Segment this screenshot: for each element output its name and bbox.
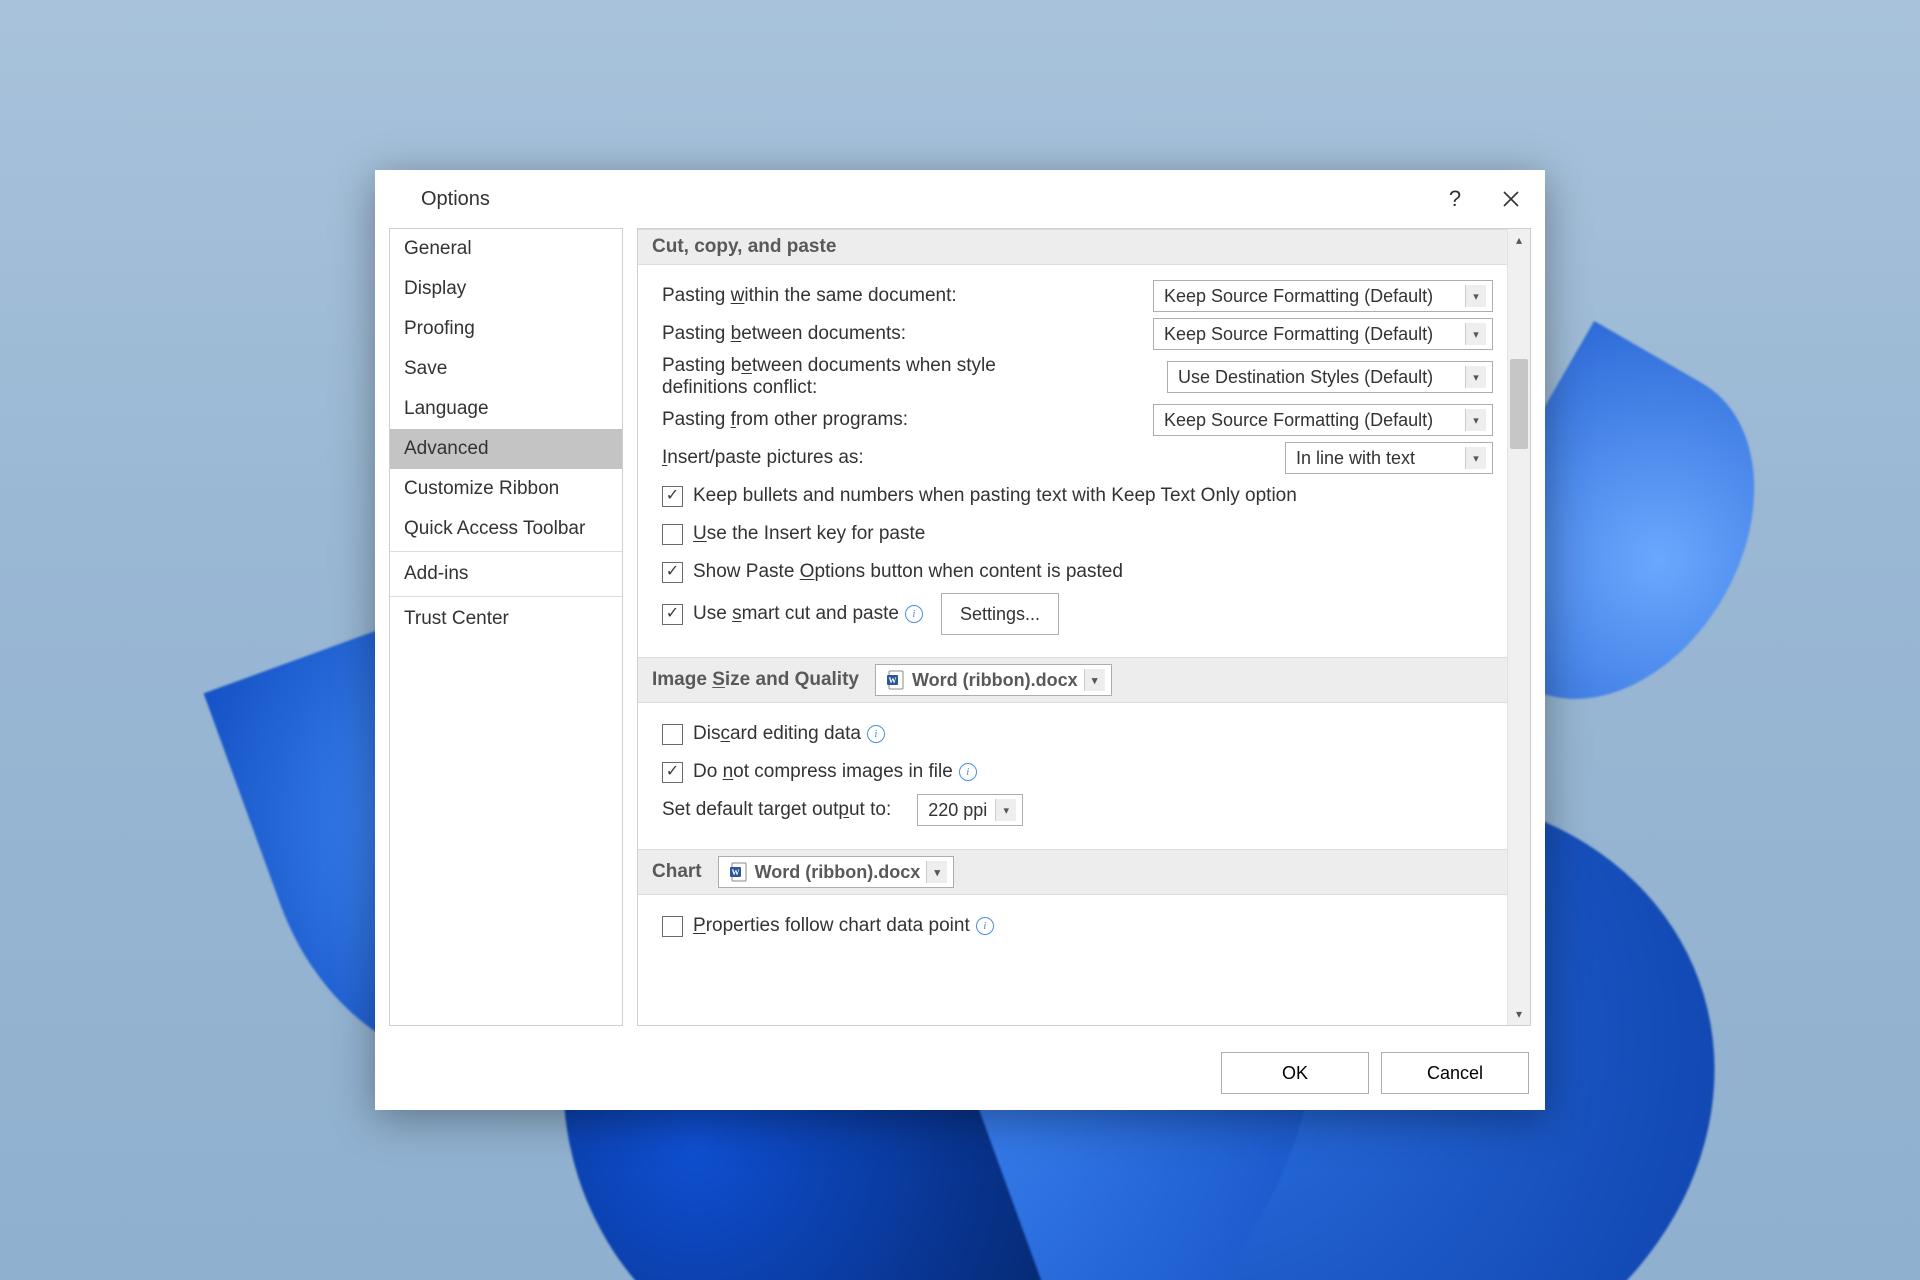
sidebar-item-language[interactable]: Language (390, 389, 622, 429)
label-paste-within: Pasting within the same document: (662, 285, 975, 307)
sidebar-item-display[interactable]: Display (390, 269, 622, 309)
sidebar-item-label: Trust Center (404, 608, 509, 629)
svg-text:W: W (888, 676, 896, 685)
checkbox-show-paste-options[interactable] (662, 562, 683, 583)
sidebar-item-save[interactable]: Save (390, 349, 622, 389)
content-panel: Cut, copy, and paste Pasting within the … (637, 228, 1531, 1026)
label-insert-pictures: Insert/paste pictures as: (662, 447, 882, 469)
sidebar-item-label: Proofing (404, 318, 475, 339)
info-icon[interactable] (867, 725, 885, 743)
dropdown-value: Keep Source Formatting (Default) (1164, 410, 1433, 431)
sidebar-item-label: General (404, 238, 472, 259)
label-paste-between-conflict: Pasting between documents when style def… (662, 355, 1040, 399)
dropdown-paste-other[interactable]: Keep Source Formatting (Default) ▾ (1153, 404, 1493, 436)
dropdown-value: Word (ribbon).docx (912, 670, 1078, 691)
section-header-chart: Chart W Word (ribbon).docx ▾ (638, 849, 1507, 895)
section-header-image-size: Image Size and Quality W Word (ribbon).d… (638, 657, 1507, 703)
section-title: Chart (652, 861, 702, 883)
options-dialog: Options ? General Display Proofing Save … (375, 170, 1545, 1110)
checkbox-keep-bullets[interactable] (662, 486, 683, 507)
checkbox-discard-editing[interactable] (662, 724, 683, 745)
sidebar-item-customize-ribbon[interactable]: Customize Ribbon (390, 469, 622, 509)
checkbox-label: Use smart cut and paste (693, 603, 899, 625)
section-title: Cut, copy, and paste (652, 236, 836, 258)
checkbox-label: Keep bullets and numbers when pasting te… (693, 485, 1297, 507)
checkbox-label: Show Paste Options button when content i… (693, 561, 1123, 583)
dialog-footer: OK Cancel (375, 1040, 1545, 1110)
sidebar-item-advanced[interactable]: Advanced (390, 429, 622, 469)
checkbox-label: Do not compress images in file (693, 761, 953, 783)
scroll-up-button[interactable]: ▴ (1508, 229, 1530, 251)
desktop-background: Options ? General Display Proofing Save … (0, 0, 1920, 1280)
close-button[interactable] (1495, 183, 1527, 215)
help-button[interactable]: ? (1439, 183, 1471, 215)
dropdown-value: Keep Source Formatting (Default) (1164, 286, 1433, 307)
sidebar-item-general[interactable]: General (390, 229, 622, 269)
category-sidebar: General Display Proofing Save Language A… (389, 228, 623, 1026)
checkbox-no-compress[interactable] (662, 762, 683, 783)
label-paste-other: Pasting from other programs: (662, 409, 926, 431)
chevron-down-icon: ▾ (1084, 669, 1105, 691)
dropdown-image-target-doc[interactable]: W Word (ribbon).docx ▾ (875, 664, 1112, 696)
sidebar-item-label: Quick Access Toolbar (404, 518, 585, 539)
settings-button[interactable]: Settings... (941, 593, 1059, 635)
window-title: Options (421, 188, 490, 211)
checkbox-smart-cut-paste[interactable] (662, 604, 683, 625)
sidebar-divider (390, 551, 622, 552)
ok-button[interactable]: OK (1221, 1052, 1369, 1094)
close-icon (1502, 190, 1520, 208)
label-default-target: Set default target output to: (662, 799, 909, 821)
label-paste-between: Pasting between documents: (662, 323, 924, 345)
word-document-icon: W (886, 670, 906, 690)
checkbox-props-follow[interactable] (662, 916, 683, 937)
sidebar-item-label: Advanced (404, 438, 489, 459)
dropdown-paste-between[interactable]: Keep Source Formatting (Default) ▾ (1153, 318, 1493, 350)
sidebar-item-label: Add-ins (404, 563, 468, 584)
chevron-down-icon: ▾ (1465, 447, 1486, 469)
scroll-thumb[interactable] (1510, 359, 1528, 449)
sidebar-item-label: Language (404, 398, 489, 419)
scrollbar[interactable]: ▴ ▾ (1507, 229, 1530, 1025)
sidebar-divider (390, 596, 622, 597)
chevron-down-icon: ▾ (1465, 285, 1486, 307)
sidebar-item-label: Customize Ribbon (404, 478, 559, 499)
sidebar-item-trust-center[interactable]: Trust Center (390, 599, 622, 639)
checkbox-label: Discard editing data (693, 723, 861, 745)
chevron-down-icon: ▾ (1465, 366, 1486, 388)
chevron-down-icon: ▾ (1465, 323, 1486, 345)
dropdown-value: Use Destination Styles (Default) (1178, 367, 1433, 388)
section-header-cut-copy-paste: Cut, copy, and paste (638, 229, 1507, 265)
checkbox-label: Use the Insert key for paste (693, 523, 925, 545)
dropdown-value: Keep Source Formatting (Default) (1164, 324, 1433, 345)
section-title: Image Size and Quality (652, 669, 859, 691)
dropdown-value: 220 ppi (928, 800, 987, 821)
info-icon[interactable] (976, 917, 994, 935)
sidebar-item-proofing[interactable]: Proofing (390, 309, 622, 349)
sidebar-item-quick-access-toolbar[interactable]: Quick Access Toolbar (390, 509, 622, 549)
sidebar-item-label: Save (404, 358, 447, 379)
info-icon[interactable] (905, 605, 923, 623)
info-icon[interactable] (959, 763, 977, 781)
checkbox-label: Properties follow chart data point (693, 915, 970, 937)
checkbox-use-insert-key[interactable] (662, 524, 683, 545)
dropdown-paste-within[interactable]: Keep Source Formatting (Default) ▾ (1153, 280, 1493, 312)
svg-text:W: W (731, 868, 739, 877)
chevron-down-icon: ▾ (1465, 409, 1486, 431)
dropdown-value: In line with text (1296, 448, 1415, 469)
dropdown-paste-between-conflict[interactable]: Use Destination Styles (Default) ▾ (1167, 361, 1493, 393)
sidebar-item-label: Display (404, 278, 466, 299)
dropdown-value: Word (ribbon).docx (755, 862, 921, 883)
scroll-down-button[interactable]: ▾ (1508, 1003, 1530, 1025)
dropdown-default-target[interactable]: 220 ppi ▾ (917, 794, 1023, 826)
titlebar: Options ? (375, 170, 1545, 228)
word-document-icon: W (729, 862, 749, 882)
sidebar-item-add-ins[interactable]: Add-ins (390, 554, 622, 594)
cancel-button[interactable]: Cancel (1381, 1052, 1529, 1094)
chevron-down-icon: ▾ (995, 799, 1016, 821)
dropdown-chart-target-doc[interactable]: W Word (ribbon).docx ▾ (718, 856, 955, 888)
dropdown-insert-pictures[interactable]: In line with text ▾ (1285, 442, 1493, 474)
chevron-down-icon: ▾ (926, 861, 947, 883)
